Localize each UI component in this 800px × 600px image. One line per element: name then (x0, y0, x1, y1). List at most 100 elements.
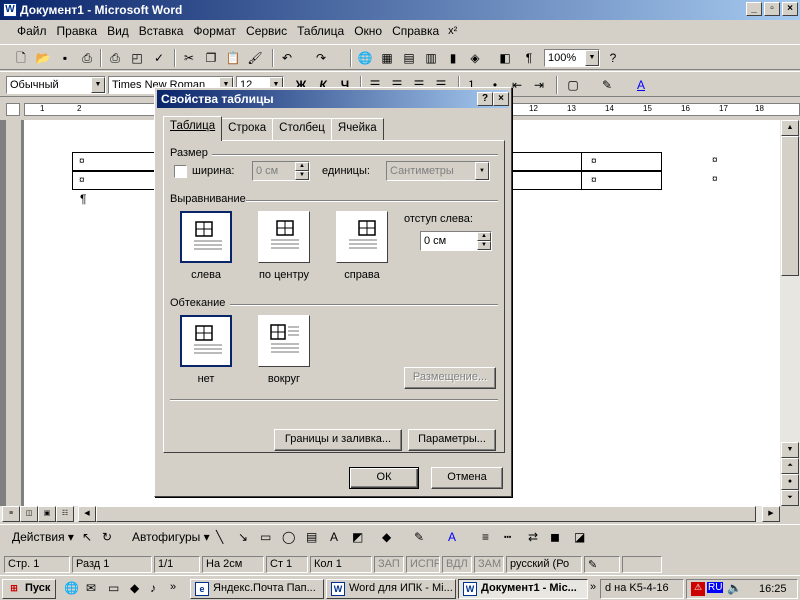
status-trk[interactable]: ИСПР (406, 556, 440, 573)
task-yandex-mail[interactable]: e Яндекс.Почта Пап... (190, 579, 324, 599)
status-rec[interactable]: ЗАП (374, 556, 404, 573)
paste-icon[interactable]: 📋 (224, 49, 242, 67)
dialog-title-bar[interactable]: Свойства таблицы ? × (157, 90, 509, 108)
arrow-style-icon[interactable]: ⇄ (528, 530, 538, 544)
scroll-thumb[interactable] (781, 136, 799, 276)
wordart-icon[interactable]: A (330, 530, 338, 544)
oval-icon[interactable]: ◯ (282, 530, 295, 544)
tab-selector-icon[interactable] (6, 103, 20, 116)
menu-format[interactable]: Формат (188, 24, 241, 38)
maximize-button[interactable]: ▫ (764, 2, 780, 16)
start-button[interactable]: ⊞ Пуск (2, 579, 56, 599)
normal-view-icon[interactable]: ≡ (2, 506, 20, 522)
show-hide-icon[interactable]: ¶ (520, 49, 538, 67)
copy-icon[interactable]: ❐ (202, 49, 220, 67)
dialog-close-button[interactable]: × (493, 92, 509, 106)
menu-edit[interactable]: Правка (52, 24, 103, 38)
spin-down-icon[interactable]: ▼ (477, 241, 491, 250)
highlight-icon[interactable]: ✎ (598, 76, 616, 94)
format-painter-icon[interactable]: 🖌 (246, 49, 264, 67)
borders-icon[interactable]: ▢ (564, 76, 582, 94)
window-title-bar[interactable]: W Документ1 - Microsoft Word _ ▫ × (0, 0, 800, 20)
task-document1[interactable]: W Документ1 - Mic... (458, 579, 588, 599)
quicklaunch-desktop-icon[interactable]: ▭ (108, 581, 119, 595)
clipart-icon[interactable]: ◩ (352, 530, 363, 544)
close-button[interactable]: × (782, 2, 798, 16)
previous-page-icon[interactable]: ⏶ (781, 458, 799, 474)
autoshapes-menu[interactable]: Автофигуры ▾ (132, 530, 210, 544)
menu-table[interactable]: Таблица (292, 24, 349, 38)
word-app-icon[interactable]: W (3, 3, 17, 17)
menu-view[interactable]: Вид (102, 24, 134, 38)
menu-file[interactable]: Файл (12, 24, 52, 38)
units-select[interactable]: Сантиметры ▼ (386, 161, 490, 181)
zoom-combo[interactable]: 100% ▼ (544, 49, 600, 67)
tab-row[interactable]: Строка (221, 118, 274, 140)
rectangle-icon[interactable]: ▭ (260, 530, 271, 544)
spelling-icon[interactable]: ✓ (150, 49, 168, 67)
horizontal-scrollbar[interactable]: ≡ ◫ ▣ ☷ ◀ ▶ (0, 506, 780, 522)
task-more-icon[interactable]: » (590, 581, 596, 593)
superscript-icon[interactable]: x² (448, 25, 457, 37)
columns-icon[interactable]: ▮ (444, 49, 462, 67)
scroll-up-icon[interactable]: ▲ (781, 120, 799, 136)
drawing-icon[interactable]: ◈ (466, 49, 484, 67)
free-rotate-icon[interactable]: ↻ (102, 530, 112, 544)
menu-window[interactable]: Окно (349, 24, 387, 38)
font-color-icon[interactable]: A (448, 530, 456, 544)
print-layout-icon[interactable]: ▣ (38, 506, 56, 522)
menu-tools[interactable]: Сервис (241, 24, 292, 38)
ok-button[interactable]: ОК (349, 467, 419, 489)
web-view-icon[interactable]: ◫ (20, 506, 38, 522)
font-color-icon[interactable]: A (632, 76, 650, 94)
dash-style-icon[interactable]: ┅ (504, 530, 511, 544)
insert-excel-icon[interactable]: ▥ (422, 49, 440, 67)
new-document-icon[interactable]: 🗋 (12, 49, 30, 67)
help-icon[interactable]: ? (604, 49, 622, 67)
vertical-scrollbar[interactable]: ▲ ▼ ⏶ ● ⏷ (780, 120, 800, 506)
scroll-right-icon[interactable]: ▶ (762, 506, 780, 522)
spin-down-icon[interactable]: ▼ (295, 171, 309, 180)
minimize-button[interactable]: _ (746, 2, 762, 16)
align-right-option[interactable] (336, 211, 388, 263)
chevron-down-icon[interactable]: ▼ (585, 50, 599, 66)
undo-icon[interactable]: ↶ (278, 49, 296, 67)
align-left-option[interactable] (180, 211, 232, 263)
scroll-left-icon[interactable]: ◀ (78, 506, 96, 522)
line-style-icon[interactable]: ≡ (482, 530, 489, 544)
borders-shading-button[interactable]: Границы и заливка... (274, 429, 402, 451)
quicklaunch-ie-icon[interactable]: 🌐 (64, 581, 79, 595)
quicklaunch-app2-icon[interactable]: ♪ (150, 581, 156, 595)
options-button[interactable]: Параметры... (408, 429, 496, 451)
quicklaunch-more-icon[interactable]: » (170, 581, 176, 593)
text-box-icon[interactable]: ▤ (306, 530, 317, 544)
tab-column[interactable]: Столбец (272, 118, 332, 140)
chevron-down-icon[interactable]: ▼ (475, 162, 489, 180)
tab-cell[interactable]: Ячейка (330, 118, 384, 140)
line-icon[interactable]: ╲ (216, 530, 223, 544)
align-center-option[interactable] (258, 211, 310, 263)
actions-menu[interactable]: Действия ▾ (12, 530, 74, 544)
language-indicator[interactable]: RU (707, 582, 724, 593)
print-preview-icon[interactable]: ◰ (128, 49, 146, 67)
status-ovr[interactable]: ЗАМ (474, 556, 504, 573)
antivirus-tray-icon[interactable]: ⚠ (691, 582, 705, 596)
spin-up-icon[interactable]: ▲ (477, 232, 491, 241)
save-icon[interactable]: ▪ (56, 49, 74, 67)
cut-icon[interactable]: ✂ (180, 49, 198, 67)
width-checkbox[interactable] (174, 165, 187, 178)
select-objects-icon[interactable]: ↖ (82, 530, 92, 544)
fill-color-icon[interactable]: ◆ (382, 530, 391, 544)
insert-table-icon[interactable]: ▤ (400, 49, 418, 67)
tab-table[interactable]: Таблица (163, 116, 223, 141)
redo-icon[interactable]: ↷ (312, 49, 330, 67)
3d-icon[interactable]: ◪ (574, 530, 585, 544)
next-page-icon[interactable]: ⏷ (781, 490, 799, 506)
open-folder-icon[interactable]: 📂 (34, 49, 52, 67)
quicklaunch-outlook-icon[interactable]: ✉ (86, 581, 96, 595)
vertical-ruler[interactable] (6, 120, 22, 506)
menu-help[interactable]: Справка (387, 24, 444, 38)
increase-indent-icon[interactable]: ⇥ (530, 76, 548, 94)
outline-view-icon[interactable]: ☷ (56, 506, 74, 522)
spin-up-icon[interactable]: ▲ (295, 162, 309, 171)
